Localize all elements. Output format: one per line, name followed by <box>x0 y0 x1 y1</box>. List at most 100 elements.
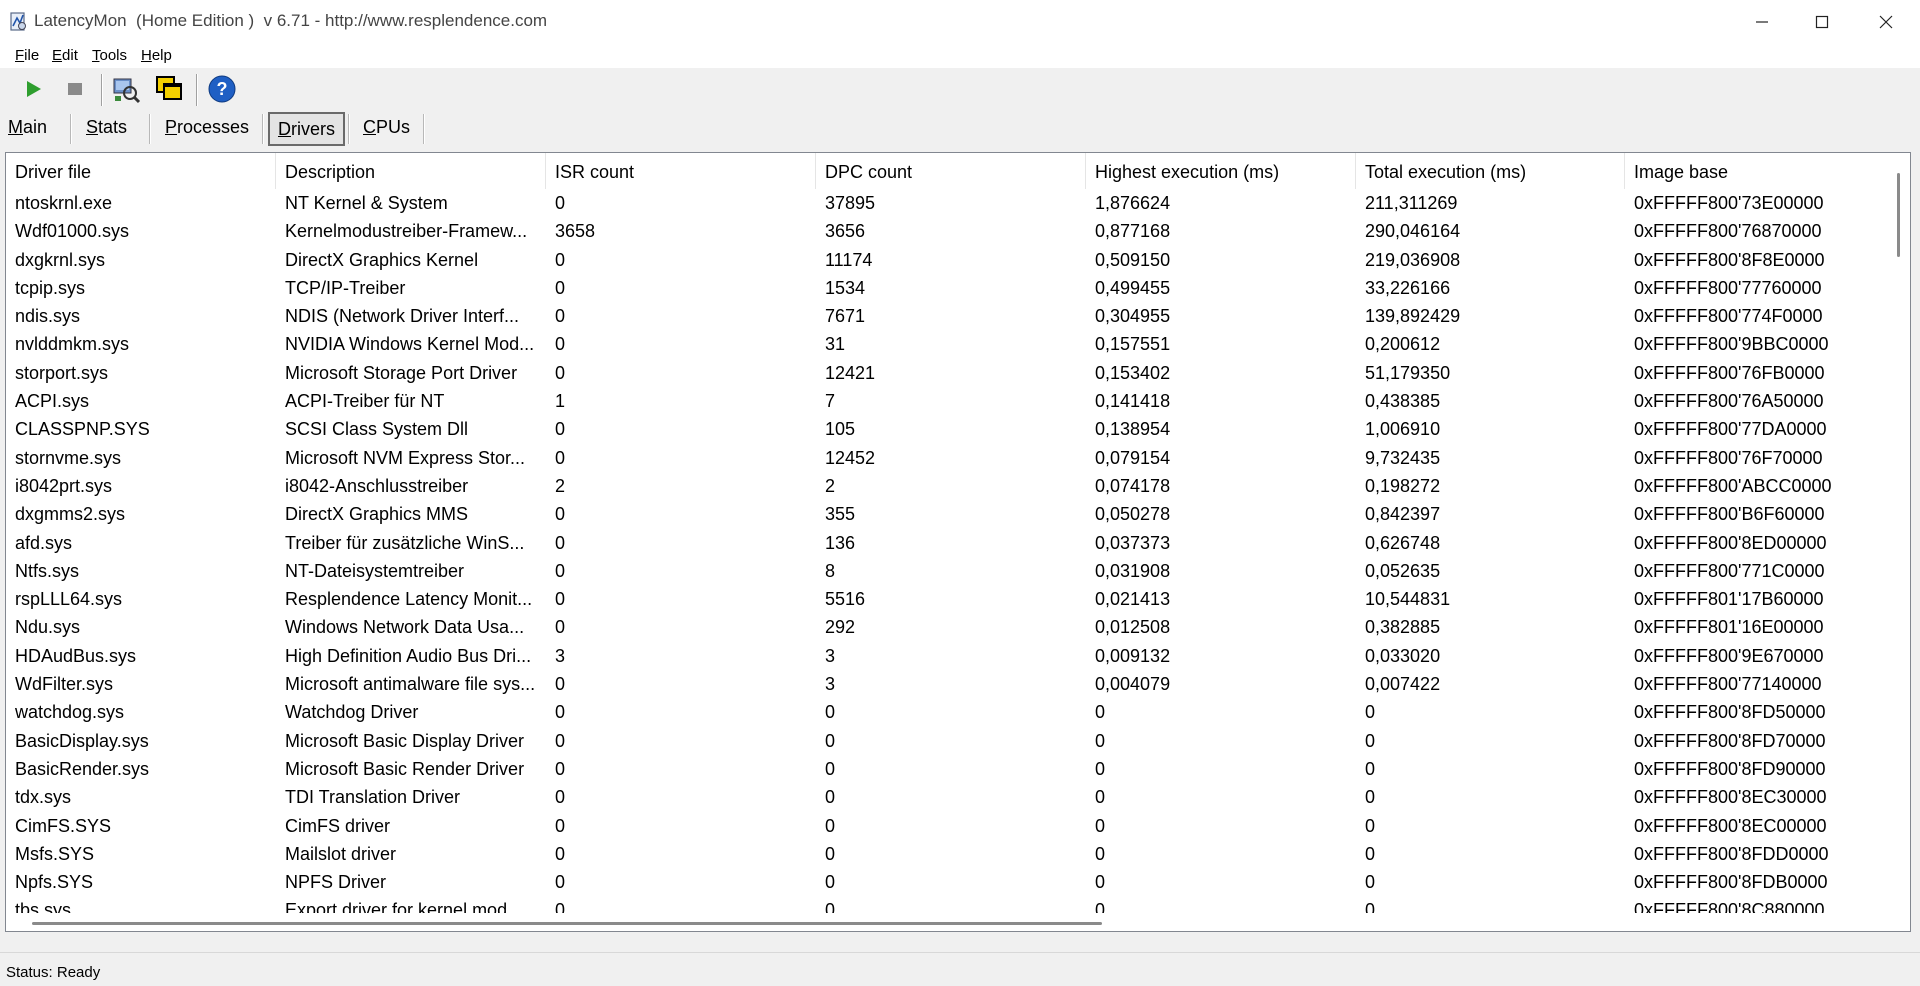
tab-main[interactable]: Main <box>0 110 55 144</box>
table-row[interactable]: stornvme.sys Microsoft NVM Express Stor..… <box>6 444 1886 472</box>
cell-description: Treiber für zusätzliche WinS... <box>285 532 525 553</box>
table-row[interactable]: i8042prt.sys i8042-Anschlusstreiber 2 2 0,07… <box>6 472 1886 500</box>
menu-tools[interactable]: Tools <box>92 47 127 64</box>
table-row[interactable]: WdFilter.sys Microsoft antimalware file s… <box>6 670 1886 698</box>
cell-description: Microsoft Basic Render Driver <box>285 758 525 779</box>
cell-total-execution: 0 <box>1365 843 1376 864</box>
column-header-dpc-count[interactable]: DPC count <box>816 153 1086 189</box>
column-header-isr-count[interactable]: ISR count <box>546 153 816 189</box>
column-header-image-base[interactable]: Image base <box>1625 153 1886 189</box>
help-button[interactable]: ? <box>205 72 239 106</box>
cell-driver-file: CimFS.SYS <box>15 815 112 836</box>
table-row[interactable]: HDAudBus.sys High Definition Audio Bus Dr… <box>6 642 1886 670</box>
cell-description: NT Kernel & System <box>285 193 448 213</box>
table-row[interactable]: dxgkrnl.sys DirectX Graphics Kernel 0 11174… <box>6 246 1886 274</box>
vertical-scroll-thumb[interactable] <box>1897 173 1900 257</box>
table-row[interactable]: Ndu.sys Windows Network Data Usa... 0 292 0,… <box>6 613 1886 641</box>
cell-dpc-count: 5516 <box>825 589 866 610</box>
cell-dpc-count: 0 <box>825 815 836 836</box>
tab-cpus[interactable]: CPUs <box>355 110 418 144</box>
menu-help[interactable]: Help <box>141 47 172 64</box>
cell-description: Windows Network Data Usa... <box>285 617 525 638</box>
vertical-scrollbar[interactable] <box>1888 153 1910 913</box>
cell-dpc-count: 37895 <box>825 193 876 213</box>
cell-driver-file: BasicRender.sys <box>15 758 150 779</box>
cell-isr-count: 0 <box>555 560 566 581</box>
stop-monitor-button[interactable] <box>58 72 92 106</box>
drivers-table[interactable]: Driver file Description ISR count DPC co… <box>5 152 1911 932</box>
table-row[interactable]: BasicRender.sys Microsoft Basic Render Dr… <box>6 755 1886 783</box>
cell-description: SCSI Class System Dll <box>285 419 469 440</box>
column-header-description[interactable]: Description <box>276 153 546 189</box>
cell-driver-file: watchdog.sys <box>15 702 125 723</box>
table-row[interactable]: storport.sys Microsoft Storage Port Drive… <box>6 359 1886 387</box>
cell-total-execution: 0,626748 <box>1365 532 1441 553</box>
table-row[interactable]: ndis.sys NDIS (Network Driver Interf... 0 7… <box>6 302 1886 330</box>
table-row[interactable]: Npfs.SYS NPFS Driver 0 0 0 0 0xFFFFF800'8FDB00… <box>6 868 1886 896</box>
menu-edit[interactable]: Edit <box>52 47 78 64</box>
table-row[interactable]: CimFS.SYS CimFS driver 0 0 0 0 0xFFFFF800'8EC0… <box>6 812 1886 840</box>
cell-description: Microsoft Basic Display Driver <box>285 730 525 751</box>
column-header-total-execution[interactable]: Total execution (ms) <box>1356 153 1625 189</box>
cell-total-execution: 0 <box>1365 702 1376 723</box>
cell-isr-count: 3658 <box>555 221 596 242</box>
tab-drivers[interactable]: Drivers <box>268 112 345 146</box>
close-button[interactable] <box>1856 0 1916 44</box>
cell-driver-file: dxgkrnl.sys <box>15 249 106 270</box>
cell-highest-execution: 0,157551 <box>1095 334 1171 355</box>
analyze-button[interactable] <box>109 72 143 106</box>
table-row[interactable]: CLASSPNP.SYS SCSI Class System Dll 0 105 0,1… <box>6 415 1886 443</box>
cell-dpc-count: 0 <box>825 787 836 808</box>
tab-processes[interactable]: Processes <box>157 110 257 144</box>
cell-total-execution: 211,311269 <box>1365 193 1458 213</box>
table-row[interactable]: ACPI.sys ACPI-Treiber für NT 1 7 0,141418 0,4… <box>6 387 1886 415</box>
column-header-highest-execution[interactable]: Highest execution (ms) <box>1086 153 1356 189</box>
cell-dpc-count: 0 <box>825 730 836 751</box>
cell-dpc-count: 0 <box>825 702 836 723</box>
windows-button[interactable] <box>152 72 186 106</box>
horizontal-scroll-thumb[interactable] <box>32 922 1102 925</box>
cell-highest-execution: 0,012508 <box>1095 617 1171 638</box>
horizontal-scrollbar[interactable] <box>6 913 1888 931</box>
tab-stats[interactable]: Stats <box>78 110 135 144</box>
cell-dpc-count: 31 <box>825 334 846 355</box>
cell-isr-count: 2 <box>555 475 566 496</box>
table-body: ntoskrnl.exe NT Kernel & System 0 37895 1,87… <box>6 189 1886 925</box>
cell-highest-execution: 0 <box>1095 758 1106 779</box>
cell-description: NVIDIA Windows Kernel Mod... <box>285 334 535 355</box>
menu-file[interactable]: File <box>15 47 39 64</box>
start-monitor-button[interactable] <box>16 72 50 106</box>
table-row[interactable]: watchdog.sys Watchdog Driver 0 0 0 0 0xFFFFF80… <box>6 698 1886 726</box>
cell-dpc-count: 3 <box>825 674 836 695</box>
table-row[interactable]: tcpip.sys TCP/IP-Treiber 0 1534 0,499455 33,2… <box>6 274 1886 302</box>
maximize-button[interactable] <box>1792 0 1852 44</box>
title-bar: LatencyMon (Home Edition ) v 6.71 - http… <box>0 0 1920 44</box>
cell-description: TDI Translation Driver <box>285 787 461 808</box>
table-row[interactable]: tdx.sys TDI Translation Driver 0 0 0 0 0xFFFFF… <box>6 783 1886 811</box>
cell-image-base: 0xFFFFF800'76FB0000 <box>1634 362 1825 383</box>
table-row[interactable]: ntoskrnl.exe NT Kernel & System 0 37895 1,87… <box>6 189 1886 217</box>
cell-driver-file: afd.sys <box>15 532 73 553</box>
table-row[interactable]: rspLLL64.sys Resplendence Latency Monit..… <box>6 585 1886 613</box>
table-row[interactable]: BasicDisplay.sys Microsoft Basic Display … <box>6 727 1886 755</box>
minimize-button[interactable] <box>1732 0 1792 44</box>
cell-isr-count: 0 <box>555 532 566 553</box>
column-header-driver-file[interactable]: Driver file <box>6 153 276 189</box>
cell-isr-count: 0 <box>555 730 566 751</box>
cell-driver-file: ndis.sys <box>15 306 81 327</box>
cell-image-base: 0xFFFFF800'771C0000 <box>1634 560 1825 581</box>
table-row[interactable]: Ntfs.sys NT-Dateisystemtreiber 0 8 0,031908 0… <box>6 557 1886 585</box>
cell-driver-file: i8042prt.sys <box>15 475 113 496</box>
cell-driver-file: ACPI.sys <box>15 391 90 412</box>
table-row[interactable]: dxgmms2.sys DirectX Graphics MMS 0 355 0,050… <box>6 500 1886 528</box>
cell-isr-count: 0 <box>555 249 566 270</box>
table-row[interactable]: nvlddmkm.sys NVIDIA Windows Kernel Mod...… <box>6 330 1886 358</box>
table-row[interactable]: Wdf01000.sys Kernelmodustreiber-Framew...… <box>6 217 1886 245</box>
cell-highest-execution: 0 <box>1095 787 1106 808</box>
cell-highest-execution: 0,021413 <box>1095 589 1171 610</box>
table-row[interactable]: Msfs.SYS Mailslot driver 0 0 0 0 0xFFFFF800'8F… <box>6 840 1886 868</box>
cell-dpc-count: 1534 <box>825 277 866 298</box>
cell-dpc-count: 292 <box>825 617 856 638</box>
table-row[interactable]: afd.sys Treiber für zusätzliche WinS... 0 1… <box>6 529 1886 557</box>
cell-highest-execution: 0,138954 <box>1095 419 1171 440</box>
